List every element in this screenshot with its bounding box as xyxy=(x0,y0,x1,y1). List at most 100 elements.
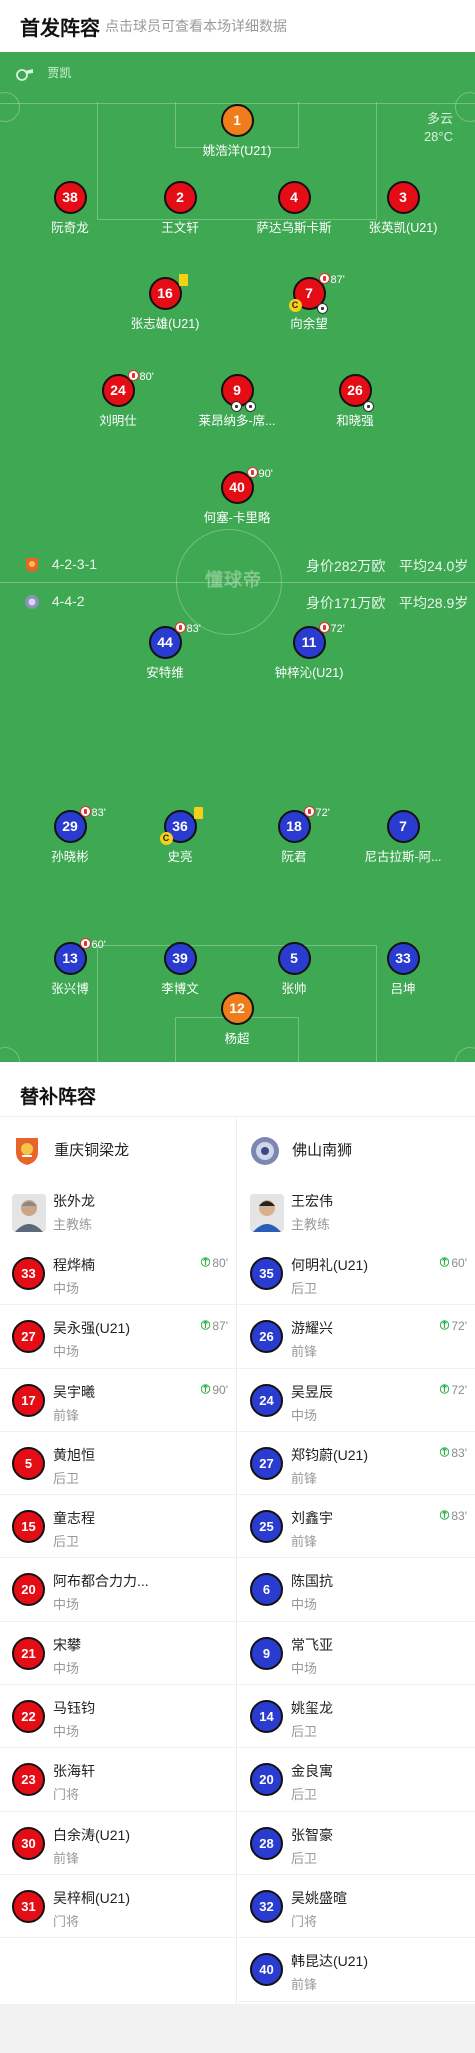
player-home[interactable]: 4 萨达乌斯卡斯 xyxy=(234,181,354,236)
player-position: 前锋 xyxy=(291,1470,318,1486)
weather-condition: 多云 xyxy=(426,111,453,126)
away-coach[interactable]: 王宏伟 主教练 xyxy=(238,1180,475,1242)
sub-time: 87' xyxy=(212,1319,228,1334)
substitute-row[interactable]: 17 吴宇曦 前锋 90' xyxy=(0,1369,236,1432)
coach-avatar xyxy=(12,1194,46,1232)
player-number-wrap: 40 90' xyxy=(220,467,273,504)
player-away[interactable]: 33 吕坤 xyxy=(343,942,463,997)
substitute-row[interactable]: 28 张智豪 后卫 xyxy=(238,1812,475,1875)
sub-out-icon xyxy=(127,370,139,381)
player-number-wrap: 13 60' xyxy=(53,938,106,975)
home-substitutes: 重庆铜梁龙 张外龙 主教练 33 程烨楠 中场 80' 27 吴永强(U21) 中场 87' 1… xyxy=(0,1118,237,2004)
player-away[interactable]: 36 C 史亮 xyxy=(120,807,240,865)
substitute-row[interactable]: 22 马钰钧 中场 xyxy=(0,1685,236,1749)
substitute-row[interactable]: 31 吴梓桐(U21) 门将 xyxy=(0,1875,236,1939)
player-number: 5 xyxy=(277,942,311,975)
substitute-row[interactable]: 14 姚玺龙 后卫 xyxy=(238,1685,475,1749)
player-number: 5 xyxy=(12,1446,45,1480)
player-position: 前锋 xyxy=(53,1850,80,1866)
player-position: 后卫 xyxy=(291,1787,318,1803)
sub-in-icon xyxy=(440,1447,450,1457)
player-home[interactable]: 38 阮奇龙 xyxy=(10,181,130,236)
player-home-gk[interactable]: 1 姚浩洋(U21) xyxy=(177,104,297,159)
player-name: 阮君 xyxy=(281,850,307,864)
player-away[interactable]: 13 60' 张兴博 xyxy=(10,938,130,997)
player-position: 后卫 xyxy=(53,1534,80,1550)
player-name: 孙晓彬 xyxy=(51,850,89,864)
player-name: 阿布都合力力... xyxy=(53,1573,149,1590)
player-away[interactable]: 18 72' 阮君 xyxy=(234,806,354,865)
player-home[interactable]: 24 80' 刘明仕 xyxy=(58,370,178,429)
player-home[interactable]: 40 90' 何塞-卡里略 xyxy=(177,467,297,526)
substitute-row[interactable]: 27 吴永强(U21) 中场 87' xyxy=(0,1305,236,1369)
sub-time: 83' xyxy=(451,1445,467,1460)
substitute-row[interactable]: 25 刘鑫宇 前锋 83' xyxy=(238,1495,475,1559)
substitute-row[interactable]: 6 陈国抗 中场 xyxy=(238,1558,475,1622)
player-away[interactable]: 5 张帅 xyxy=(234,942,354,997)
player-number: 9 xyxy=(250,1636,283,1670)
player-away[interactable]: 29 83' 孙晓彬 xyxy=(10,806,130,865)
player-name: 王文轩 xyxy=(161,221,199,235)
goal-ball-icon xyxy=(316,303,328,314)
sub-in-event: 72' xyxy=(440,1319,467,1333)
player-name: 陈国抗 xyxy=(291,1573,333,1590)
substitute-row[interactable]: 24 吴昱辰 中场 72' xyxy=(238,1369,475,1432)
player-number: 36 xyxy=(172,818,188,834)
sub-in-event: 90' xyxy=(201,1383,228,1397)
sub-time: 72' xyxy=(451,1382,467,1397)
substitute-row[interactable]: 33 程烨楠 中场 80' xyxy=(0,1242,236,1306)
player-away[interactable]: 7 尼古拉斯-阿... xyxy=(343,810,463,865)
player-name: 史亮 xyxy=(167,850,193,864)
home-coach[interactable]: 张外龙 主教练 xyxy=(0,1180,236,1242)
substitute-row[interactable]: 15 童志程 后卫 xyxy=(0,1495,236,1559)
player-number: 31 xyxy=(12,1889,45,1923)
player-home[interactable]: 7 87' C 向余望 xyxy=(249,273,369,332)
sub-time: 80' xyxy=(139,371,154,383)
player-number: 24 xyxy=(110,382,126,398)
home-team-name: 重庆铜梁龙 xyxy=(54,1141,130,1159)
sub-in-event: 72' xyxy=(440,1383,467,1397)
player-home[interactable]: 2 王文轩 xyxy=(120,181,240,236)
sub-out-event: 87' xyxy=(318,273,345,287)
player-number: 7 xyxy=(305,285,313,301)
sub-in-event: 60' xyxy=(440,1256,467,1270)
substitute-row[interactable]: 20 阿布都合力力... 中场 xyxy=(0,1558,236,1622)
player-number: 15 xyxy=(12,1510,45,1544)
player-home[interactable]: 26 和晓强 xyxy=(295,374,415,429)
substitute-row[interactable]: 32 吴姚盛暄 门将 xyxy=(238,1875,475,1939)
player-position: 门将 xyxy=(291,1913,318,1929)
player-number: 30 xyxy=(12,1826,45,1860)
player-home[interactable]: 9 莱昂纳多-席... xyxy=(177,374,297,429)
player-number-wrap: 36 C xyxy=(159,807,203,845)
substitute-row[interactable]: 40 韩昆达(U21) 前锋 xyxy=(238,1938,475,2002)
sub-out-event: 60' xyxy=(79,938,106,952)
sub-out-icon xyxy=(174,622,186,633)
substitute-row[interactable]: 20 金良寓 后卫 xyxy=(238,1748,475,1812)
substitute-row[interactable]: 9 常飞亚 中场 xyxy=(238,1622,475,1686)
player-name: 常飞亚 xyxy=(291,1636,333,1653)
player-away-gk[interactable]: 12 杨超 xyxy=(177,992,297,1047)
sub-out-event: 72' xyxy=(303,806,330,820)
substitute-row[interactable]: 27 郑钧蔚(U21) 前锋 83' xyxy=(238,1432,475,1496)
substitute-row[interactable]: 21 宋攀 中场 xyxy=(0,1622,236,1686)
sub-time: 87' xyxy=(330,274,345,286)
assist-ball-icon xyxy=(244,401,256,412)
player-away[interactable]: 44 83' 安特维 xyxy=(105,622,225,681)
sub-out-icon xyxy=(246,467,258,478)
player-position: 前锋 xyxy=(53,1407,80,1423)
home-team-header: 重庆铜梁龙 xyxy=(0,1118,236,1180)
substitute-row[interactable]: 5 黄旭恒 后卫 xyxy=(0,1432,236,1496)
player-name: 吴永强(U21) xyxy=(53,1320,131,1337)
player-position: 中场 xyxy=(291,1407,318,1423)
substitute-row[interactable]: 26 游耀兴 前锋 72' xyxy=(238,1305,475,1369)
player-away[interactable]: 11 72' 钟梓沁(U21) xyxy=(249,622,369,681)
player-number-wrap: 9 xyxy=(220,374,256,412)
substitute-row[interactable]: 35 何明礼(U21) 后卫 60' xyxy=(238,1242,475,1306)
player-away[interactable]: 39 李博文 xyxy=(120,942,240,997)
sub-out-event: 90' xyxy=(246,467,273,481)
substitute-row[interactable]: 30 白余涛(U21) 前锋 xyxy=(0,1812,236,1875)
player-home[interactable]: 16 张志雄(U21) xyxy=(105,274,225,332)
player-number: 26 xyxy=(347,382,363,398)
substitute-row[interactable]: 23 张海轩 门将 xyxy=(0,1748,236,1812)
player-home[interactable]: 3 张英凯(U21) xyxy=(343,181,463,236)
